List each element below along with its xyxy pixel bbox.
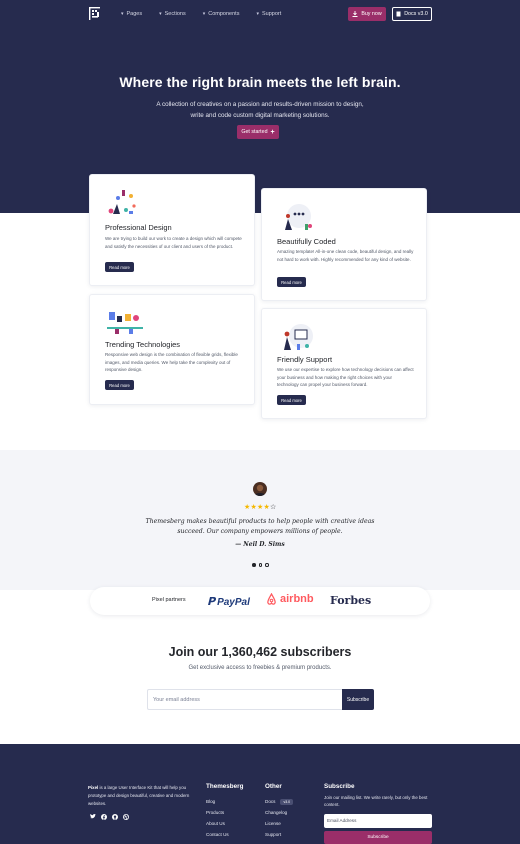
footer-link[interactable]: Changelog	[265, 807, 293, 818]
feature-text: We use our expertise to explore how tech…	[277, 367, 414, 388]
feature-text: We are trying to build our work to creat…	[105, 236, 242, 249]
menu-item-sections[interactable]: ▾ Sections	[159, 11, 186, 17]
forbes-logo: Forbes	[330, 594, 372, 607]
carousel-dot[interactable]	[258, 563, 262, 567]
footer-link[interactable]: Contact Us	[206, 829, 243, 840]
buy-now-button[interactable]: Buy now	[348, 7, 386, 21]
paypal-p-icon: 𝗣	[207, 596, 216, 608]
avatar	[253, 482, 267, 496]
docs-button[interactable]: Docs v3.0	[392, 7, 432, 21]
testimonial-quote: Themesberg makes beautiful products to h…	[145, 518, 375, 535]
pixel-logo-icon[interactable]	[89, 7, 100, 20]
dribbble-icon[interactable]	[122, 813, 129, 820]
social-links	[89, 813, 129, 820]
github-icon[interactable]	[111, 813, 118, 820]
get-started-button[interactable]: Get started +	[237, 125, 279, 139]
footer: Pixel is a large User Interface Kit that…	[0, 744, 520, 844]
footer-subscribe-button[interactable]: Subscribe	[324, 831, 432, 844]
feature-title: Professional Design	[105, 223, 172, 232]
feature-title: Friendly Support	[277, 355, 333, 364]
menu-item-support[interactable]: ▾ Support	[256, 11, 281, 17]
star-icon: ☆	[269, 504, 277, 511]
feature-text: Amazing template! All-in-one clean code,…	[277, 249, 414, 262]
footer-column-other: Other Docs v3.0 Changelog License Support	[265, 783, 294, 840]
feature-card-professional-design: Professional Design We are trying to bui…	[89, 174, 255, 286]
facebook-icon[interactable]	[100, 813, 107, 820]
footer-link[interactable]: Blog	[206, 796, 243, 807]
feature-title: Trending Technologies	[105, 340, 181, 349]
testimonial-author: — Neil D. Sims	[235, 541, 285, 548]
feature-card-trending-technologies: Trending Technologies Responsive web des…	[89, 294, 255, 405]
partners-label: Pixel partners	[152, 597, 186, 603]
menu-item-components[interactable]: ▾ Components	[203, 11, 240, 17]
airbnb-logo: airbnb	[266, 593, 314, 605]
subscribe-title: Join our 1,360,462 subscribers	[168, 645, 352, 659]
subscribe-subtitle: Get exclusive access to freebies & premi…	[188, 665, 332, 671]
download-icon	[352, 11, 358, 17]
footer-column-themesberg: Themesberg Blog Products About Us Contac…	[206, 783, 243, 840]
read-more-button[interactable]: Read more	[277, 395, 306, 405]
footer-link[interactable]: Docs v3.0	[265, 796, 294, 807]
support-illustration-icon	[284, 324, 313, 350]
twitter-icon[interactable]	[89, 813, 96, 820]
hero-title: Where the right brain meets the left bra…	[119, 74, 401, 90]
hero-subtitle: A collection of creatives on a passion a…	[156, 101, 364, 119]
footer-column-title: Themesberg	[206, 783, 244, 790]
chevron-down-icon: ▾	[159, 11, 162, 17]
footer-newsletter-text: Join our mailing list. We write rarely, …	[324, 795, 428, 808]
navbar: ▾ Pages ▾ Sections ▾ Components ▾ Support Bu…	[0, 0, 520, 28]
book-icon	[396, 11, 401, 17]
email-input[interactable]: Your email address	[147, 689, 342, 710]
subscribe-button[interactable]: Subscribe	[342, 689, 374, 710]
read-more-button[interactable]: Read more	[105, 262, 134, 272]
footer-about: Pixel is a large User Interface Kit that…	[88, 785, 190, 806]
carousel-dot[interactable]	[252, 563, 256, 567]
partners-bar: Pixel partners 𝗣 PayPal airbnb Forbes	[90, 587, 430, 615]
menu-item-pages[interactable]: ▾ Pages	[121, 11, 142, 17]
carousel-indicators	[252, 563, 269, 567]
footer-email-input[interactable]: Email Address	[324, 814, 432, 828]
version-badge: v3.0	[280, 798, 294, 805]
feature-card-beautifully-coded: Beautifully Coded Amazing template! All-…	[261, 188, 427, 301]
chevron-down-icon: ▾	[202, 11, 206, 17]
plus-icon: +	[270, 128, 275, 136]
footer-link[interactable]: License	[265, 818, 293, 829]
footer-link[interactable]: About Us	[206, 818, 243, 829]
feature-card-friendly-support: Friendly Support We use our expertise to…	[261, 308, 427, 419]
chevron-down-icon: ▾	[256, 11, 259, 17]
feature-title: Beautifully Coded	[277, 237, 336, 246]
airbnb-icon	[267, 593, 276, 605]
technology-illustration-icon	[107, 312, 143, 334]
main-menu: ▾ Pages ▾ Sections ▾ Components ▾ Support	[121, 11, 298, 17]
read-more-button[interactable]: Read more	[105, 380, 134, 390]
code-illustration-icon	[285, 204, 312, 230]
chevron-down-icon: ▾	[121, 11, 124, 17]
read-more-button[interactable]: Read more	[277, 277, 306, 287]
rating-stars: ★★★★☆	[244, 503, 276, 511]
paypal-logo: 𝗣 PayPal	[207, 596, 250, 608]
footer-column-title: Other	[265, 783, 282, 790]
carousel-dot[interactable]	[265, 563, 269, 567]
feature-text: Responsive web design is the combination…	[105, 352, 238, 373]
footer-link[interactable]: Products	[206, 807, 243, 818]
design-illustration-icon	[108, 190, 136, 214]
footer-link[interactable]: Support	[265, 829, 293, 840]
